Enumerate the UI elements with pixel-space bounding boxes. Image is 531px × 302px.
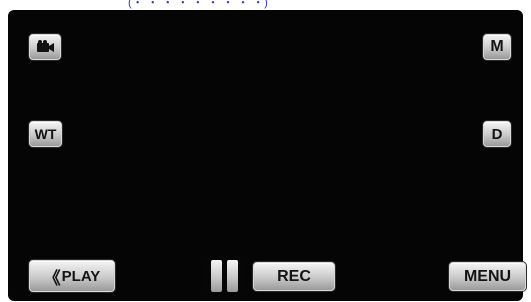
rec-button[interactable]: REC bbox=[253, 262, 335, 291]
video-mode-button[interactable] bbox=[29, 34, 61, 60]
camera-touch-screen: M WT D 《 PLAY REC MENU bbox=[8, 10, 526, 301]
play-label: PLAY bbox=[61, 267, 101, 285]
wide-tele-button[interactable]: WT bbox=[29, 121, 62, 147]
menu-button[interactable]: MENU bbox=[449, 262, 526, 291]
video-camera-icon bbox=[37, 40, 54, 52]
manual-mode-button[interactable]: M bbox=[483, 34, 511, 60]
display-button[interactable]: D bbox=[483, 121, 511, 147]
play-button[interactable]: 《 PLAY bbox=[29, 260, 115, 292]
pause-button[interactable] bbox=[205, 259, 243, 293]
pause-icon-bar-left bbox=[210, 260, 222, 292]
caption-text: (・ ・ ・ ・ ・ ・ ・ ・ ・) bbox=[128, 0, 269, 9]
play-chevron-icon: 《 bbox=[43, 268, 61, 288]
pause-icon-bar-right bbox=[226, 260, 238, 292]
